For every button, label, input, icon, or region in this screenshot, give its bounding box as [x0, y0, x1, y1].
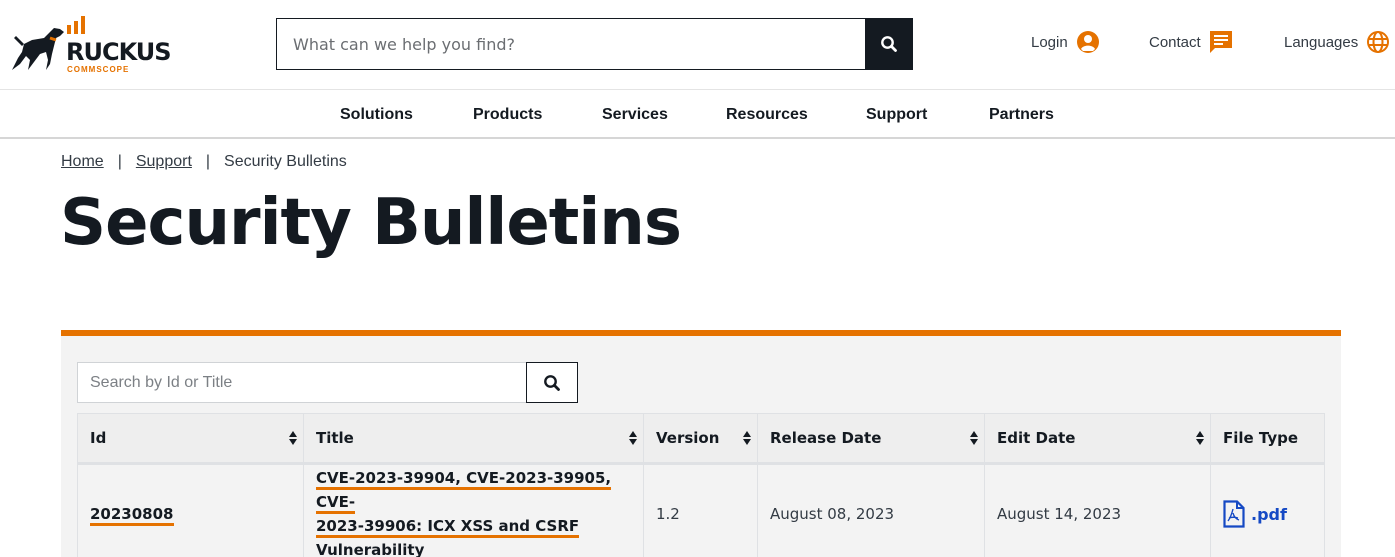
sort-icon[interactable]	[289, 431, 297, 445]
breadcrumb-current: Security Bulletins	[224, 153, 347, 170]
bulletin-title-link[interactable]: CVE-2023-39904, CVE-2023-39905, CVE- 2023…	[316, 469, 612, 557]
column-label: Title	[316, 429, 354, 447]
column-header-id[interactable]: Id	[77, 413, 304, 465]
column-header-release-date[interactable]: Release Date	[757, 413, 985, 465]
sort-icon[interactable]	[970, 431, 978, 445]
chat-icon	[1209, 31, 1232, 53]
cell-version: 1.2	[643, 463, 758, 557]
title-line: Vulnerability	[316, 541, 425, 557]
title-line: CVE-2023-39904, CVE-2023-39905, CVE-	[316, 469, 612, 512]
column-header-file-type: File Type	[1210, 413, 1325, 465]
site-search-input[interactable]	[276, 18, 865, 70]
breadcrumb-support[interactable]: Support	[136, 153, 192, 171]
contact-link[interactable]: Contact	[1149, 30, 1233, 54]
sort-icon[interactable]	[743, 431, 751, 445]
languages-label: Languages	[1284, 33, 1359, 51]
title-line: 2023-39906: ICX XSS and CSRF	[316, 517, 580, 536]
main-nav: Solutions Products Services Resources Su…	[0, 91, 1395, 139]
breadcrumb-home[interactable]: Home	[61, 153, 104, 171]
ruckus-logo[interactable]: RUCKUS COMMSCOPE	[10, 14, 172, 76]
user-circle-icon	[1076, 31, 1099, 53]
column-header-title[interactable]: Title	[303, 413, 644, 465]
login-link[interactable]: Login	[1031, 30, 1100, 54]
logo-brand: RUCKUS	[66, 38, 172, 66]
search-icon	[881, 36, 897, 52]
nav-products[interactable]: Products	[473, 106, 542, 124]
nav-support[interactable]: Support	[866, 106, 927, 124]
breadcrumb-separator: |	[117, 153, 122, 170]
page-title: Security Bulletins	[60, 186, 682, 260]
table-header-row: Id Title Version Release Date Edit Date …	[77, 413, 1325, 465]
cell-title: CVE-2023-39904, CVE-2023-39905, CVE- 2023…	[303, 463, 644, 557]
cell-file-type: .pdf	[1210, 463, 1325, 557]
contact-label: Contact	[1149, 33, 1201, 51]
site-search	[276, 18, 913, 70]
nav-partners[interactable]: Partners	[989, 106, 1054, 124]
login-label: Login	[1031, 33, 1068, 51]
file-type-label: .pdf	[1251, 504, 1287, 524]
bulletins-panel: Id Title Version Release Date Edit Date …	[61, 330, 1341, 557]
column-label: File Type	[1223, 429, 1299, 447]
column-header-edit-date[interactable]: Edit Date	[984, 413, 1211, 465]
column-label: Id	[90, 429, 107, 447]
bulletin-id-link[interactable]: 20230808	[90, 505, 174, 527]
table-search-input[interactable]	[77, 362, 526, 403]
table-search-button[interactable]	[526, 362, 578, 403]
column-label: Edit Date	[997, 429, 1076, 447]
table-row: 20230808 CVE-2023-39904, CVE-2023-39905,…	[77, 463, 1325, 557]
sort-icon[interactable]	[629, 431, 637, 445]
column-header-version[interactable]: Version	[643, 413, 758, 465]
table-search	[77, 362, 578, 403]
breadcrumb-separator: |	[205, 153, 211, 170]
cell-edit-date: August 14, 2023	[984, 463, 1211, 557]
site-search-button[interactable]	[865, 18, 913, 70]
sort-icon[interactable]	[1196, 431, 1204, 445]
pdf-download-link[interactable]: .pdf	[1223, 500, 1314, 528]
column-label: Version	[656, 429, 720, 447]
search-icon	[544, 374, 560, 391]
logo-sub: COMMSCOPE	[67, 65, 130, 74]
bulletins-table: Id Title Version Release Date Edit Date …	[77, 413, 1325, 557]
nav-services[interactable]: Services	[602, 106, 668, 124]
site-header: RUCKUS COMMSCOPE Login Contact Languages	[0, 0, 1395, 90]
cell-release-date: August 08, 2023	[757, 463, 985, 557]
globe-icon	[1367, 31, 1390, 53]
pdf-file-icon	[1223, 500, 1245, 528]
nav-solutions[interactable]: Solutions	[340, 106, 413, 124]
languages-link[interactable]: Languages	[1284, 30, 1390, 54]
column-label: Release Date	[770, 429, 882, 447]
breadcrumb: Home | Support | Security Bulletins	[61, 153, 347, 171]
nav-resources[interactable]: Resources	[726, 106, 808, 124]
cell-id: 20230808	[77, 463, 304, 557]
